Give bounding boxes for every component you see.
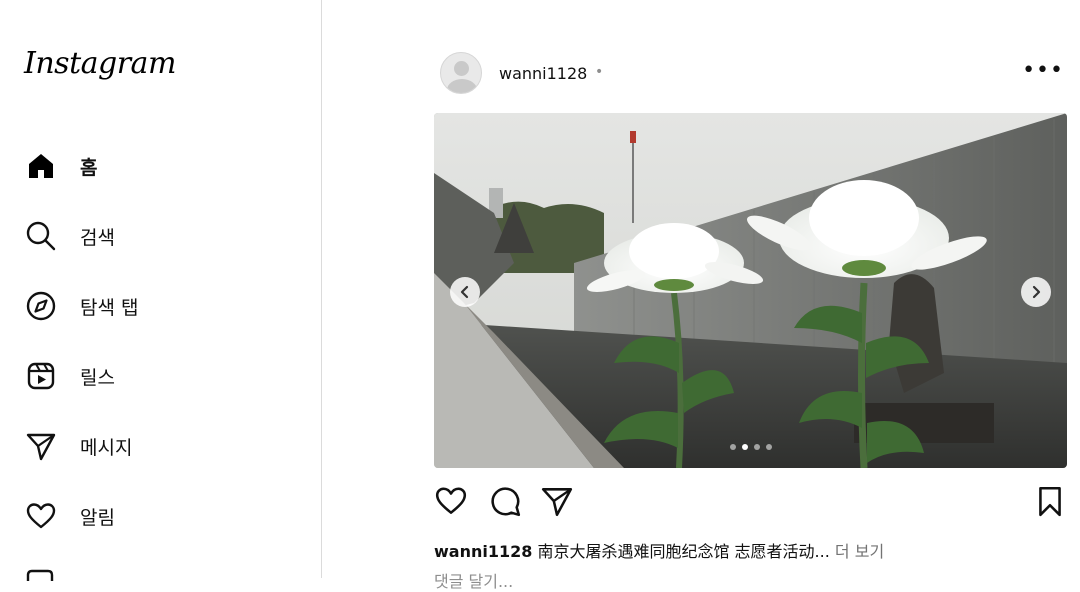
heart-icon	[435, 487, 467, 514]
sidebar-item-label: 검색	[80, 226, 115, 249]
like-button[interactable]	[434, 484, 468, 518]
send-icon	[541, 488, 573, 517]
carousel-dot	[753, 444, 760, 450]
carousel-dots	[434, 444, 1067, 450]
carousel-dot	[729, 444, 736, 450]
search-icon	[24, 219, 58, 253]
sidebar-item-explore[interactable]: 탐색 탭	[24, 288, 138, 324]
carousel-dot	[741, 444, 748, 450]
sidebar-item-notifications[interactable]: 알림	[24, 498, 115, 534]
comment-button[interactable]	[488, 484, 522, 518]
comment-icon	[491, 487, 521, 517]
caption-text: 南京大屠杀遇难同胞纪念馆 志愿者活动...	[537, 542, 830, 561]
post-media[interactable]	[434, 113, 1067, 468]
carousel-next-button[interactable]	[1021, 277, 1051, 307]
sidebar: Instagram 홈 검색 탐색 탭 릴스 메시지 알림	[0, 0, 322, 581]
bookmark-icon	[1039, 486, 1061, 517]
post-header: wanni1128 • •••	[440, 52, 1066, 96]
sidebar-item-search[interactable]: 검색	[24, 218, 115, 254]
caption-more-link[interactable]: 더 보기	[835, 542, 884, 561]
sidebar-item-label: 탐색 탭	[80, 296, 139, 319]
sidebar-item-label: 알림	[80, 506, 115, 529]
sidebar-item-home[interactable]: 홈	[24, 148, 97, 184]
send-icon	[24, 429, 58, 463]
post-caption: wanni1128 南京大屠杀遇难同胞纪念馆 志愿者活动... 더 보기	[434, 538, 884, 562]
sidebar-item-label: 홈	[80, 156, 98, 179]
carousel-prev-button[interactable]	[450, 277, 480, 307]
caption-username[interactable]: wanni1128	[434, 542, 532, 561]
home-icon	[24, 149, 58, 183]
share-button[interactable]	[540, 484, 574, 518]
separator-dot: •	[595, 64, 604, 80]
sidebar-item-label: 릴스	[80, 366, 115, 389]
instagram-logo[interactable]: Instagram	[24, 46, 176, 81]
post-username[interactable]: wanni1128	[499, 64, 587, 83]
post-actions	[434, 484, 1067, 520]
sidebar-item-messages[interactable]: 메시지	[24, 428, 132, 464]
sidebar-item-create-partial[interactable]	[24, 566, 54, 586]
compass-icon	[24, 289, 58, 323]
reels-icon	[24, 359, 58, 393]
carousel-dot	[765, 444, 772, 450]
save-button[interactable]	[1033, 484, 1067, 518]
sidebar-item-reels[interactable]: 릴스	[24, 358, 115, 394]
add-comment-link[interactable]: 댓글 달기...	[434, 568, 513, 592]
heart-icon	[24, 499, 58, 533]
sidebar-item-label: 메시지	[80, 436, 133, 459]
chevron-right-icon	[1032, 285, 1041, 299]
more-options-button[interactable]: •••	[1022, 58, 1064, 83]
avatar[interactable]	[440, 52, 482, 94]
chevron-left-icon	[460, 285, 469, 299]
photo	[434, 113, 1067, 468]
